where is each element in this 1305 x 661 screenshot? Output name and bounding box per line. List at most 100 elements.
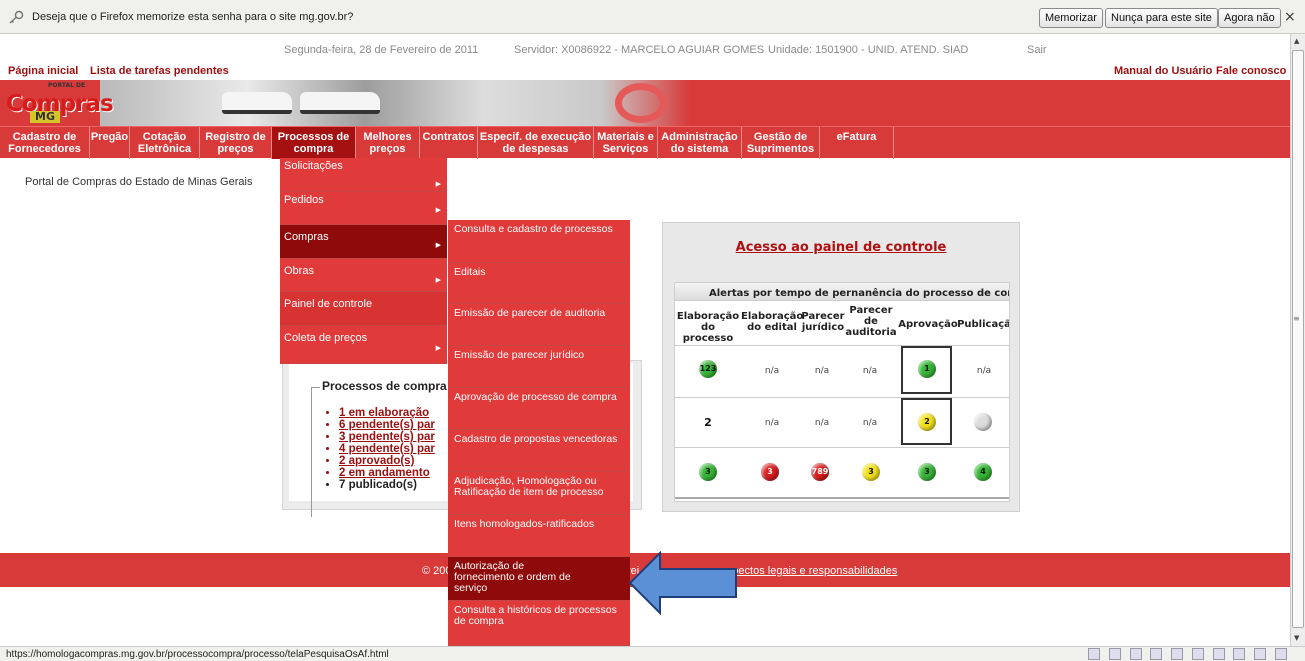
close-icon[interactable]: × xyxy=(1284,9,1296,25)
portal-logo[interactable]: PORTAL DE Compras MG xyxy=(6,82,114,124)
table-cell: n/a xyxy=(764,418,780,428)
column-header: Aprovação xyxy=(898,319,958,330)
tools-icon[interactable] xyxy=(1275,648,1288,660)
nav-cotacao-eletronica[interactable]: Cotação Eletrônica xyxy=(130,127,200,159)
alert-indicator-green[interactable]: 4 xyxy=(974,463,992,481)
lock-icon[interactable] xyxy=(1088,648,1100,660)
remember-button[interactable]: Memorizar xyxy=(1039,8,1103,28)
column-header: Parecer jurídico xyxy=(801,311,845,333)
process-link[interactable]: 1 em elaboração xyxy=(339,407,435,419)
nav-materiais-servicos[interactable]: Materiais e Serviços xyxy=(594,127,658,159)
process-link[interactable]: 6 pendente(s) par xyxy=(339,419,435,431)
nav-gestao-suprimentos[interactable]: Gestão de Suprimentos xyxy=(742,127,820,159)
nav-administracao[interactable]: Administração do sistema xyxy=(658,127,742,159)
pointer-arrow-icon xyxy=(628,551,737,615)
alert-indicator-green[interactable]: 3 xyxy=(918,463,936,481)
alert-indicator-red[interactable]: 789 xyxy=(811,463,829,481)
nav-contratos[interactable]: Contratos xyxy=(420,127,478,159)
scroll-down-icon[interactable]: ▼ xyxy=(1294,634,1299,642)
submenu-consulta-cadastro[interactable]: Consulta e cadastro de processos xyxy=(448,220,630,263)
column-header: Publicaçã xyxy=(957,319,1010,330)
menu-item-obras[interactable]: Obras ▶ xyxy=(280,259,447,292)
user-manual-link[interactable]: Manual do Usuário xyxy=(1114,65,1212,77)
processes-list: 1 em elaboração 6 pendente(s) par 3 pend… xyxy=(339,407,435,491)
notification-message: Deseja que o Firefox memorize esta senha… xyxy=(32,11,354,23)
status-url: https://homologacompras.mg.gov.br/proces… xyxy=(6,649,389,660)
print-icon[interactable] xyxy=(1191,648,1204,660)
submenu-itens-homologados[interactable]: Itens homologados-ratificados xyxy=(448,515,630,557)
process-link[interactable]: 2 aprovado(s) xyxy=(339,455,435,467)
nav-efatura[interactable]: eFatura xyxy=(820,127,894,159)
process-item: 7 publicado(s) xyxy=(339,479,435,491)
nav-especif-execucao[interactable]: Especif. de execução de despesas xyxy=(478,127,594,159)
home-link[interactable]: Página inicial xyxy=(8,65,78,77)
table-cell: 2 xyxy=(704,416,712,429)
nav-registro-precos[interactable]: Registro de preços xyxy=(200,127,272,159)
not-now-button[interactable]: Agora não xyxy=(1218,8,1281,28)
help-icon[interactable] xyxy=(1212,648,1225,660)
page-icon[interactable] xyxy=(1108,648,1121,660)
menu-item-coleta-precos[interactable]: Coleta de preços ▶ xyxy=(280,326,447,364)
control-panel: Acesso ao painel de controle Alertas por… xyxy=(662,222,1020,512)
alert-indicator-green[interactable]: 3 xyxy=(699,463,717,481)
submenu-parecer-juridico[interactable]: Emissão de parecer jurídico xyxy=(448,346,630,388)
session-info-line: Segunda-feira, 28 de Fevereiro de 2011 S… xyxy=(0,34,1290,60)
table-cell: n/a xyxy=(862,418,878,428)
nav-melhores-precos[interactable]: Melhores preços xyxy=(356,127,420,159)
nav-cadastro-fornecedores[interactable]: Cadastro de Fornecedores xyxy=(0,127,90,159)
window-icon[interactable] xyxy=(1233,648,1246,660)
grip-icon: ≡ xyxy=(1293,314,1300,323)
submenu-aprovacao[interactable]: Aprovação de processo de compra xyxy=(448,388,630,430)
table-cell: n/a xyxy=(862,366,878,376)
column-header: Parecer de auditoria xyxy=(845,305,897,338)
submenu-arrow-icon: ▶ xyxy=(435,242,441,249)
nav-pregao[interactable]: Pregão xyxy=(90,127,130,159)
table-cell: n/a xyxy=(764,366,780,376)
pencil-icon[interactable] xyxy=(1129,648,1142,660)
alert-indicator-yellow[interactable]: 3 xyxy=(862,463,880,481)
status-bar: https://homologacompras.mg.gov.br/proces… xyxy=(0,646,1305,661)
key-icon xyxy=(9,10,24,24)
alert-indicator-red[interactable]: 3 xyxy=(761,463,779,481)
menu-item-compras[interactable]: Compras ▶ xyxy=(280,225,447,259)
save-icon[interactable] xyxy=(1171,648,1184,660)
alert-indicator-green[interactable]: 123 xyxy=(699,360,717,378)
alert-indicator-green[interactable]: 1 xyxy=(918,360,936,378)
current-date: Segunda-feira, 28 de Fevereiro de 2011 xyxy=(284,44,479,56)
menu-item-painel-controle[interactable]: Painel de controle xyxy=(280,292,447,326)
table-cell: n/a xyxy=(814,418,830,428)
legal-link[interactable]: pectos legais e responsabilidades xyxy=(732,565,897,577)
process-link[interactable]: 4 pendente(s) par xyxy=(339,443,435,455)
never-for-site-button[interactable]: Nunça para este site xyxy=(1105,8,1218,28)
process-link[interactable]: 3 pendente(s) par xyxy=(339,431,435,443)
submenu-autorizacao-fornecimento[interactable]: Autorização de fornecimento e ordem de s… xyxy=(448,557,630,601)
submenu-propostas-vencedoras[interactable]: Cadastro de propostas vencedoras xyxy=(448,430,630,472)
edit-icon[interactable] xyxy=(1254,648,1267,660)
submenu-arrow-icon: ▶ xyxy=(435,345,441,352)
addon-icon[interactable] xyxy=(1150,648,1163,660)
control-panel-link[interactable]: Acesso ao painel de controle xyxy=(663,240,1019,255)
vertical-scrollbar[interactable]: ▲ ≡ ▼ xyxy=(1290,34,1305,646)
column-header: Elaboração do edital xyxy=(741,311,804,333)
menu-item-pedidos[interactable]: Pedidos ▶ xyxy=(280,192,447,225)
scroll-up-icon[interactable]: ▲ xyxy=(1294,37,1299,45)
contact-link[interactable]: Fale conosco xyxy=(1216,65,1286,77)
process-link[interactable]: 2 em andamento xyxy=(339,467,435,479)
exit-link[interactable]: Sair xyxy=(1027,44,1047,56)
alert-indicator-yellow[interactable]: 2 xyxy=(918,413,936,431)
nav-processos-compra[interactable]: Processos de compra xyxy=(272,127,356,159)
header-banner: PORTAL DE Compras MG xyxy=(0,80,1290,126)
submenu-adjudicacao[interactable]: Adjudicação, Homologação ou Ratificação … xyxy=(448,472,630,515)
submenu-historicos[interactable]: Consulta a históricos de processos de co… xyxy=(448,601,630,646)
banner-photo xyxy=(100,80,690,126)
scrollbar-thumb[interactable] xyxy=(1292,50,1304,628)
submenu-editais[interactable]: Editais xyxy=(448,263,630,304)
menu-item-solicitacoes[interactable]: Solicitações ▶ xyxy=(280,158,447,192)
column-header: Elaboração do processo xyxy=(676,311,740,344)
main-nav: Cadastro de Fornecedores Pregão Cotação El… xyxy=(0,126,1290,159)
firefox-notification-bar: Deseja que o Firefox memorize esta senha… xyxy=(0,0,1305,34)
submenu-arrow-icon: ▶ xyxy=(435,277,441,284)
alerts-table: Alertas por tempo de pernanência do proc… xyxy=(674,282,1010,502)
submenu-parecer-auditoria[interactable]: Emissão de parecer de auditoria xyxy=(448,304,630,346)
pending-tasks-link[interactable]: Lista de tarefas pendentes xyxy=(90,65,229,77)
